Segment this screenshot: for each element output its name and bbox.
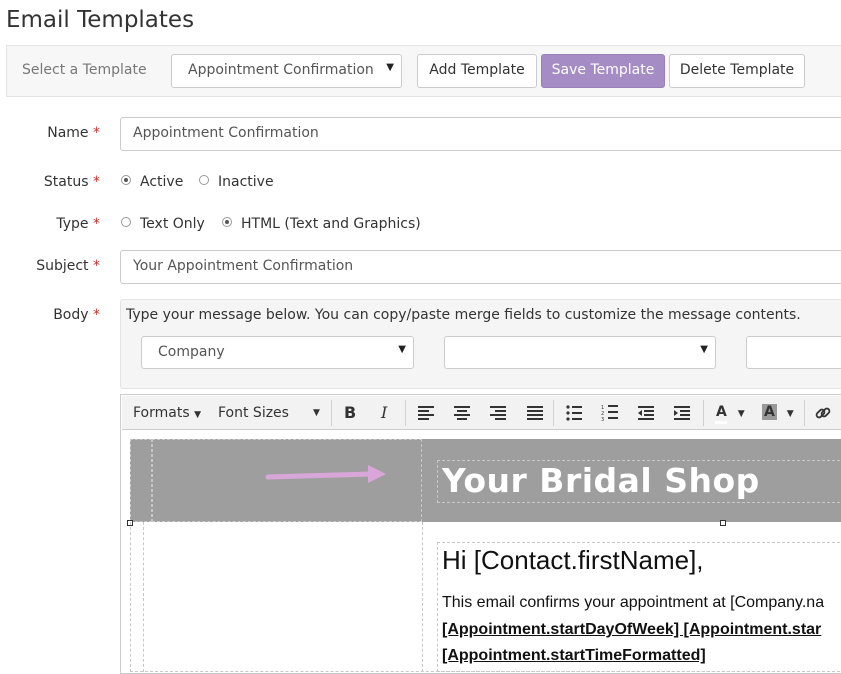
text-color-glyph: A bbox=[716, 404, 727, 420]
delete-template-button[interactable]: Delete Template bbox=[669, 54, 805, 88]
align-justify-icon[interactable] bbox=[526, 405, 544, 421]
body-label: Body * bbox=[0, 307, 100, 323]
chevron-down-icon: ▼ bbox=[313, 408, 320, 418]
align-left-icon[interactable] bbox=[417, 405, 435, 421]
bg-color-glyph: A bbox=[762, 404, 777, 420]
required-marker: * bbox=[93, 307, 100, 323]
body-line-2: [Appointment.startDayOfWeek] [Appointmen… bbox=[442, 621, 822, 638]
body-line-1: This email confirms your appointment at … bbox=[442, 594, 825, 611]
svg-text:3: 3 bbox=[601, 417, 604, 421]
toolbar-divider bbox=[405, 400, 406, 426]
name-label-text: Name bbox=[47, 125, 89, 141]
name-input-value: Appointment Confirmation bbox=[133, 125, 319, 141]
toolbar-divider bbox=[804, 400, 805, 426]
bold-icon[interactable]: B bbox=[344, 403, 356, 422]
subject-label: Subject * bbox=[0, 258, 100, 274]
status-label: Status * bbox=[0, 174, 100, 190]
outdent-icon[interactable] bbox=[637, 405, 655, 421]
chevron-down-icon: ▼ bbox=[700, 344, 708, 355]
background-color-icon[interactable]: A ▼ bbox=[762, 404, 794, 420]
required-marker: * bbox=[93, 216, 100, 232]
required-marker: * bbox=[93, 174, 100, 190]
select-template-label: Select a Template bbox=[22, 62, 147, 78]
body-instructions: Type your message below. You can copy/pa… bbox=[126, 307, 801, 323]
chevron-down-icon: ▼ bbox=[737, 409, 745, 419]
subject-input[interactable]: Your Appointment Confirmation bbox=[120, 250, 841, 284]
status-label-text: Status bbox=[43, 174, 89, 190]
chevron-down-icon: ▼ bbox=[194, 410, 202, 420]
save-template-button[interactable]: Save Template bbox=[541, 54, 665, 88]
merge-group-select[interactable]: Company ▼ bbox=[141, 336, 414, 369]
type-text-only-radio[interactable] bbox=[121, 217, 131, 227]
merge-group-value: Company bbox=[158, 344, 225, 360]
text-color-icon[interactable]: A ▼ bbox=[716, 404, 745, 420]
align-right-icon[interactable] bbox=[489, 405, 507, 421]
italic-icon[interactable]: I bbox=[381, 403, 387, 422]
toolbar-divider bbox=[553, 400, 554, 426]
indent-icon[interactable] bbox=[673, 405, 691, 421]
font-sizes-label: Font Sizes bbox=[218, 405, 289, 421]
body-label-text: Body bbox=[53, 307, 89, 323]
add-template-button[interactable]: Add Template bbox=[417, 54, 537, 88]
chevron-down-icon: ▼ bbox=[786, 409, 794, 419]
formats-dropdown[interactable]: Formats ▼ bbox=[133, 405, 201, 421]
banner-left-cell bbox=[130, 439, 152, 522]
font-sizes-dropdown[interactable]: Font Sizes bbox=[218, 405, 289, 421]
numbered-list-icon[interactable]: 1 2 3 bbox=[601, 404, 619, 421]
align-center-icon[interactable] bbox=[453, 405, 471, 421]
body-line-3: [Appointment.startTimeFormatted] bbox=[442, 647, 706, 664]
template-select[interactable]: Appointment Confirmation ▼ bbox=[171, 54, 402, 88]
page-title: Email Templates bbox=[6, 7, 195, 33]
toolbar-divider bbox=[703, 400, 704, 426]
arrow-right-icon bbox=[265, 465, 386, 483]
type-label-text: Type bbox=[56, 216, 89, 232]
toolbar-divider bbox=[331, 400, 332, 426]
type-text-only-label[interactable]: Text Only bbox=[140, 216, 205, 232]
chevron-down-icon: ▼ bbox=[398, 344, 406, 355]
formats-label: Formats bbox=[133, 405, 190, 421]
status-inactive-radio[interactable] bbox=[199, 175, 209, 185]
required-marker: * bbox=[93, 258, 100, 274]
greeting-text: Hi [Contact.firstName], bbox=[442, 545, 704, 575]
merge-field-select[interactable]: ▼ bbox=[444, 336, 716, 369]
status-inactive-label[interactable]: Inactive bbox=[218, 174, 274, 190]
name-input[interactable]: Appointment Confirmation bbox=[120, 117, 841, 151]
merge-third-select[interactable] bbox=[746, 336, 841, 369]
name-label: Name * bbox=[0, 125, 100, 141]
bullet-list-icon[interactable] bbox=[565, 405, 583, 421]
type-html-label[interactable]: HTML (Text and Graphics) bbox=[241, 216, 421, 232]
status-active-radio[interactable] bbox=[121, 175, 131, 185]
subject-label-text: Subject bbox=[36, 258, 89, 274]
link-icon[interactable] bbox=[814, 404, 832, 422]
chevron-down-icon: ▼ bbox=[386, 62, 394, 73]
template-select-value: Appointment Confirmation bbox=[188, 62, 374, 78]
type-html-radio[interactable] bbox=[222, 217, 232, 227]
content-left-cell bbox=[143, 522, 423, 672]
required-marker: * bbox=[93, 125, 100, 141]
text-color-swatch bbox=[715, 421, 727, 424]
status-active-label[interactable]: Active bbox=[140, 174, 183, 190]
subject-input-value: Your Appointment Confirmation bbox=[133, 258, 354, 274]
shop-name: Your Bridal Shop bbox=[442, 461, 760, 500]
type-label: Type * bbox=[0, 216, 100, 232]
